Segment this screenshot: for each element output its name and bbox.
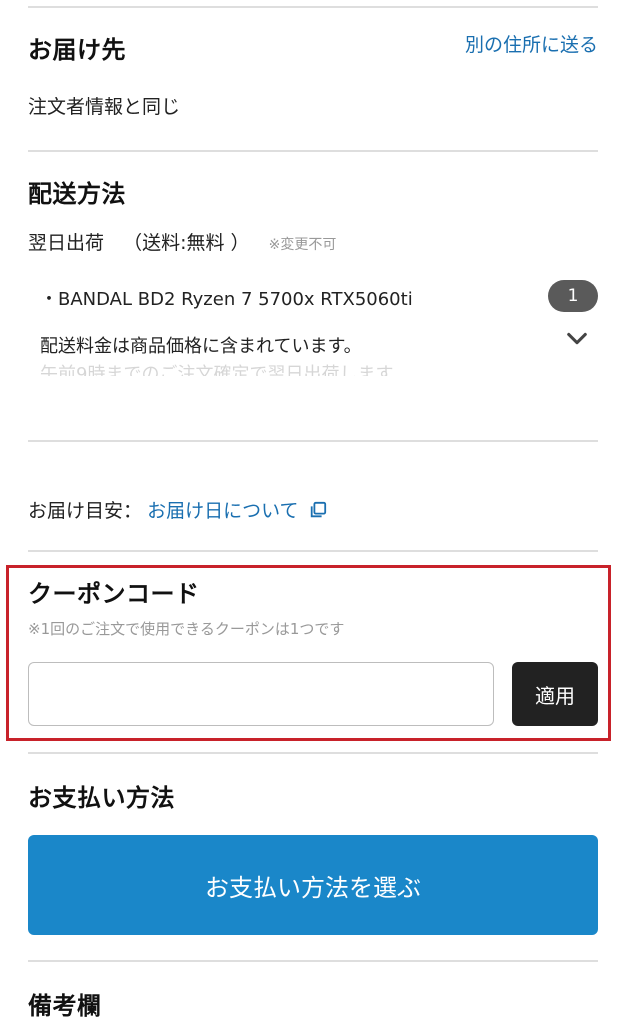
delivery-address-value: 注文者情報と同じ: [28, 96, 181, 118]
coupon-apply-button[interactable]: 適用: [512, 662, 598, 726]
shipping-method-value: 翌日出荷: [28, 232, 105, 254]
other-address-link[interactable]: 別の住所に送る: [465, 30, 598, 57]
divider: [28, 752, 598, 754]
delivery-estimate-label: お届け目安：: [28, 500, 143, 522]
chevron-down-icon[interactable]: [566, 328, 588, 350]
divider: [28, 440, 598, 442]
external-window-icon: [310, 501, 326, 518]
shipping-fee-included-text: 配送料金は商品価格に含まれています。: [40, 336, 362, 357]
remarks-title: 備考欄: [28, 992, 102, 1020]
coupon-title: クーポンコード: [28, 580, 200, 608]
shipping-method-title: 配送方法: [28, 180, 126, 208]
select-payment-method-button[interactable]: お支払い方法を選ぶ: [28, 835, 598, 935]
coupon-code-input[interactable]: [28, 662, 494, 726]
delivery-date-link-label: お届け日について: [147, 500, 299, 522]
shipping-item-name: ・BANDAL BD2 Ryzen 7 5700x RTX5060ti: [40, 289, 413, 310]
divider: [28, 550, 598, 552]
shipping-fee: （送料:無料 ）: [123, 232, 250, 254]
coupon-note: ※1回のご注文で使用できるクーポンは1つです: [28, 620, 345, 638]
item-quantity-badge: 1: [548, 280, 598, 312]
delivery-date-link[interactable]: お届け日について: [147, 500, 326, 522]
checkout-page: お届け先 別の住所に送る 注文者情報と同じ 配送方法 翌日出荷 （送料:無料 ）…: [0, 0, 623, 1024]
shipping-truncated-text: 午前9時までのご注文確定で翌日出荷します: [40, 364, 394, 376]
divider: [28, 6, 598, 8]
payment-method-title: お支払い方法: [28, 784, 175, 812]
shipping-method-row: 翌日出荷 （送料:無料 ） ※変更不可: [28, 228, 336, 255]
delivery-estimate-row: お届け目安： お届け日について: [28, 496, 327, 523]
delivery-address-title: お届け先: [28, 36, 126, 64]
divider: [28, 150, 598, 152]
divider: [28, 960, 598, 962]
shipping-change-note: ※変更不可: [268, 237, 337, 253]
